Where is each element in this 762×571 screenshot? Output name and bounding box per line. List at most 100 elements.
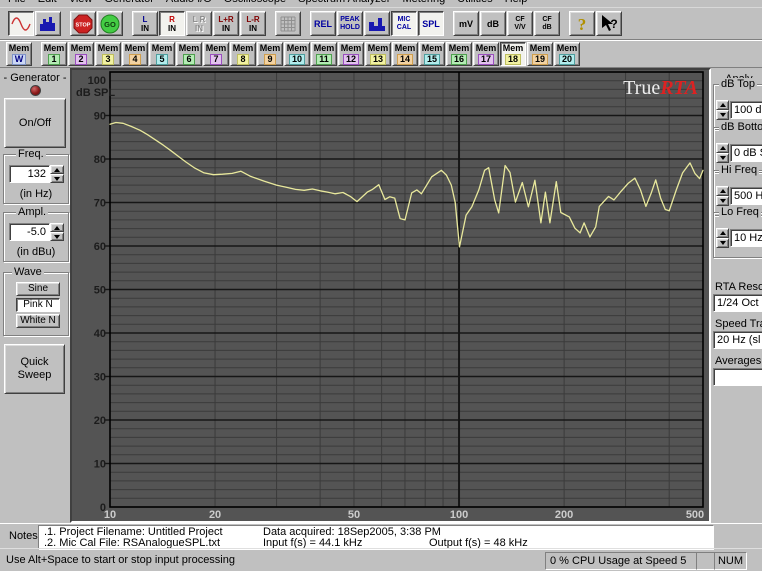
mem-number-label: 8 (237, 54, 248, 65)
ampl-spin-up-button[interactable] (50, 223, 64, 232)
menu-item-edit[interactable]: Edit (32, 0, 63, 6)
button-label: IN (195, 24, 203, 33)
peak-hold-button[interactable]: PEAKHOLD (337, 11, 363, 36)
wave-pink-n-button[interactable]: Pink N (16, 298, 60, 312)
truerta-logo: TrueRTA (623, 77, 698, 99)
generator-onoff-button[interactable]: On/Off (4, 98, 66, 148)
db-botto-spin-down-button[interactable] (716, 153, 729, 163)
menu-item-file[interactable]: File (2, 0, 32, 6)
mem-19-button[interactable]: Mem19 (527, 42, 553, 66)
mem-4-button[interactable]: Mem4 (122, 42, 148, 66)
mem-18-button[interactable]: Mem18 (500, 42, 526, 66)
mic-cal-button[interactable]: MICCAL (391, 11, 417, 36)
mem-20-button[interactable]: Mem20 (554, 42, 580, 66)
cpu-usage-panel: 0 % CPU Usage at Speed 5 (545, 552, 697, 570)
hi-freq-value[interactable]: 500 H (730, 187, 762, 205)
menu-item-utilities[interactable]: Utilities (451, 0, 498, 6)
lo-freq-spin-up-button[interactable] (716, 228, 729, 238)
spl-button[interactable]: SPL (418, 11, 444, 36)
l-plus-r-input-button[interactable]: L+RIN (213, 11, 239, 36)
mem-8-button[interactable]: Mem8 (230, 42, 256, 66)
rta-reso-value[interactable]: 1/24 Oct (713, 294, 762, 312)
notes-box[interactable]: .1. Project Filename: Untitled Project D… (38, 525, 714, 550)
mem-14-button[interactable]: Mem14 (392, 42, 418, 66)
menu-item-audio-i-o[interactable]: Audio I/O (160, 0, 218, 6)
lo-freq-label: Lo Freq (719, 206, 761, 218)
mem-10-button[interactable]: Mem10 (284, 42, 310, 66)
menu-item-metering[interactable]: Metering (396, 0, 451, 6)
num-lock-indicator: NUM (714, 552, 747, 570)
spectrum-view-button[interactable] (35, 11, 61, 36)
mem-7-button[interactable]: Mem7 (203, 42, 229, 66)
crest-factor-db-button[interactable]: CFdB (534, 11, 560, 36)
mem-17-button[interactable]: Mem17 (473, 42, 499, 66)
mem-11-button[interactable]: Mem11 (311, 42, 337, 66)
x-axis-tick-label: 200 (555, 509, 573, 521)
y-axis-tick-label: 50 (94, 285, 106, 297)
mem-12-button[interactable]: Mem12 (338, 42, 364, 66)
wave-sine-button[interactable]: Sine (16, 282, 60, 296)
crest-factor-vv-button[interactable]: CFV/V (507, 11, 533, 36)
db-botto-spin-up-button[interactable] (716, 143, 729, 153)
db-top-spin-down-button[interactable] (716, 110, 729, 120)
ampl-unit-label: (in dBu) (4, 246, 68, 258)
menu-item-generator[interactable]: Generator (98, 0, 160, 6)
menu-item-spectrum-analyzer[interactable]: Spectrum Analyzer (292, 0, 396, 6)
mem-5-button[interactable]: Mem5 (149, 42, 175, 66)
lr-input-button[interactable]: L RIN (186, 11, 212, 36)
mem-w-button[interactable]: MemW (6, 42, 32, 66)
quick-sweep-button[interactable]: Quick Sweep (4, 344, 65, 394)
mem-16-button[interactable]: Mem16 (446, 42, 472, 66)
mem-9-button[interactable]: Mem9 (257, 42, 283, 66)
ampl-spin-down-button[interactable] (50, 232, 64, 241)
go-button[interactable]: GO (97, 11, 123, 36)
lo-freq-spin-down-button[interactable] (716, 238, 729, 248)
freq-input[interactable]: 132 (9, 165, 50, 183)
db-top-value[interactable]: 100 d (730, 101, 762, 119)
context-help-icon: ? (599, 14, 619, 34)
menu-item-help[interactable]: Help (499, 0, 534, 6)
left-input-button[interactable]: LIN (132, 11, 158, 36)
lo-freq-value[interactable]: 10 Hz (730, 229, 762, 247)
mem-prefix-label: Mem (557, 44, 578, 53)
mem-2-button[interactable]: Mem2 (68, 42, 94, 66)
freq-spin-down-button[interactable] (50, 174, 64, 183)
mem-3-button[interactable]: Mem3 (95, 42, 121, 66)
db-botto-spinner (716, 143, 729, 163)
mem-prefix-label: Mem (287, 44, 308, 53)
ampl-input[interactable]: -5.0 (9, 223, 50, 241)
toolbar-group (275, 11, 302, 36)
l-minus-r-input-button[interactable]: L-RIN (240, 11, 266, 36)
average-bars-button[interactable] (364, 11, 390, 36)
help-button[interactable]: ? (569, 11, 595, 36)
speed-tra-value[interactable]: 20 Hz (sl (713, 331, 762, 349)
lo-freq-spinner (716, 228, 729, 248)
mem-prefix-label: Mem (530, 44, 551, 53)
millivolt-button[interactable]: mV (453, 11, 479, 36)
hi-freq-spin-down-button[interactable] (716, 196, 729, 206)
mem-1-button[interactable]: Mem1 (41, 42, 67, 66)
menu-item-view[interactable]: View (63, 0, 99, 6)
go-icon: GO (100, 14, 120, 34)
freq-spin-up-button[interactable] (50, 165, 64, 174)
hi-freq-spin-up-button[interactable] (716, 186, 729, 196)
stop-button[interactable]: STOP (70, 11, 96, 36)
grid-icon (278, 14, 298, 34)
help-icon: ? (572, 14, 592, 34)
mem-13-button[interactable]: Mem13 (365, 42, 391, 66)
decibel-button[interactable]: dB (480, 11, 506, 36)
db-botto-value[interactable]: 0 dB S (730, 144, 762, 162)
db-top-spin-up-button[interactable] (716, 100, 729, 110)
grid-button[interactable] (275, 11, 301, 36)
context-help-button[interactable]: ? (596, 11, 622, 36)
rel-button[interactable]: REL (310, 11, 336, 36)
wave-white-n-button[interactable]: White N (16, 314, 60, 328)
ampl-group: Ampl. -5.0 (in dBu) (3, 212, 69, 262)
right-input-button[interactable]: RIN (159, 11, 185, 36)
mem-6-button[interactable]: Mem6 (176, 42, 202, 66)
mem-15-button[interactable]: Mem15 (419, 42, 445, 66)
toolbar-group: RELPEAKHOLD MICCALSPL (310, 11, 445, 36)
averages-value[interactable] (713, 368, 762, 386)
menu-item-oscilloscope[interactable]: Oscilloscope (218, 0, 292, 6)
sine-wave-button[interactable] (8, 11, 34, 36)
